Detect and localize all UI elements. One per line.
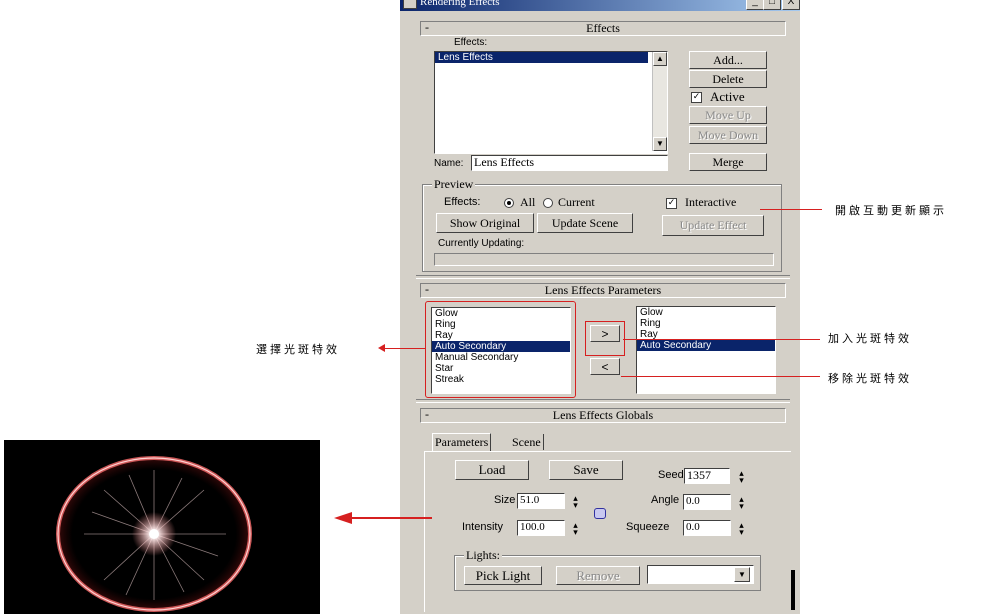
- select-callout: 選擇光斑特效: [256, 343, 340, 356]
- update-effect-button[interactable]: Update Effect: [662, 215, 764, 236]
- effects-listbox[interactable]: Lens Effects ▲ ▼: [434, 51, 668, 154]
- select-arrow-icon: [378, 344, 385, 352]
- size-spinner-icon[interactable]: ▴ ▾: [571, 494, 580, 510]
- preview-effects-label: Effects:: [444, 196, 481, 208]
- add-effect-button[interactable]: Add...: [689, 51, 767, 69]
- intensity-label: Intensity: [462, 521, 503, 533]
- merge-button[interactable]: Merge: [689, 153, 767, 171]
- scroll-up-icon[interactable]: ▲: [653, 52, 667, 66]
- update-scene-button[interactable]: Update Scene: [537, 213, 633, 233]
- list-item[interactable]: Ring: [637, 318, 775, 329]
- available-list-highlight: [425, 301, 576, 398]
- add-callout: 加入光斑特效: [828, 332, 912, 345]
- lens-flare-preview-image: [4, 440, 320, 614]
- listbox-scrollbar[interactable]: ▲ ▼: [652, 52, 667, 151]
- preview-arrow-icon: [334, 512, 352, 524]
- pick-light-button[interactable]: Pick Light: [464, 566, 542, 585]
- progress-bar: [434, 253, 774, 266]
- effects-list-label: Effects:: [454, 37, 488, 48]
- size-field[interactable]: 51.0: [517, 493, 565, 509]
- maximize-button[interactable]: □: [763, 0, 781, 10]
- size-label: Size: [494, 494, 516, 506]
- save-button[interactable]: Save: [549, 460, 623, 480]
- added-effects-listbox[interactable]: Glow Ring Ray Auto Secondary: [636, 306, 776, 394]
- squeeze-spinner-icon[interactable]: ▴ ▾: [737, 521, 746, 537]
- preview-group-title: Preview: [432, 177, 476, 192]
- remove-callout: 移除光斑特效: [828, 372, 912, 385]
- add-button-highlight: [585, 321, 625, 356]
- list-item[interactable]: Auto Secondary: [637, 340, 775, 351]
- lights-group-title: Lights:: [464, 548, 503, 563]
- list-item[interactable]: Glow: [637, 307, 775, 318]
- panel-scrollbar[interactable]: [791, 570, 795, 610]
- effects-rollout-header[interactable]: - Effects: [420, 21, 786, 36]
- params-rollout-title: Lens Effects Parameters: [544, 283, 662, 297]
- radio-all-label: All: [520, 195, 536, 209]
- load-button[interactable]: Load: [455, 460, 529, 480]
- rollout-divider: [416, 399, 790, 403]
- lens-flare-render: [56, 456, 252, 612]
- move-up-button[interactable]: Move Up: [689, 106, 767, 124]
- angle-label: Angle: [651, 494, 680, 506]
- remove-from-list-button[interactable]: <: [590, 358, 620, 375]
- globals-rollout-title: Lens Effects Globals: [552, 408, 654, 422]
- globals-rollout-header[interactable]: - Lens Effects Globals: [420, 408, 786, 423]
- params-rollout-header[interactable]: - Lens Effects Parameters: [420, 283, 786, 298]
- seed-spinner-icon[interactable]: ▴ ▾: [737, 469, 746, 485]
- lock-icon[interactable]: [594, 508, 606, 519]
- title-bar[interactable]: Rendering Effects _ □ X: [400, 0, 800, 11]
- squeeze-field[interactable]: 0.0: [683, 520, 731, 536]
- select-callout-line: [384, 348, 425, 349]
- active-checkbox[interactable]: ✓: [691, 92, 702, 103]
- radio-current-label: Current: [558, 195, 595, 209]
- tab-parameters[interactable]: Parameters: [432, 433, 492, 452]
- intensity-field[interactable]: 100.0: [517, 520, 565, 536]
- angle-spinner-icon[interactable]: ▴ ▾: [737, 495, 746, 511]
- minimize-button[interactable]: _: [746, 0, 764, 10]
- chevron-down-icon[interactable]: ▼: [734, 567, 750, 582]
- close-button[interactable]: X: [782, 0, 800, 10]
- seed-label: Seed: [658, 469, 684, 481]
- tab-scene[interactable]: Scene: [510, 434, 544, 450]
- list-item[interactable]: Lens Effects: [435, 52, 648, 63]
- rollout-divider: [416, 275, 790, 279]
- interactive-label: Interactive: [685, 195, 737, 209]
- preview-arrow-line: [352, 517, 432, 519]
- interactive-callout-line: [760, 209, 822, 210]
- scroll-down-icon[interactable]: ▼: [653, 137, 667, 151]
- intensity-spinner-icon[interactable]: ▴ ▾: [571, 521, 580, 537]
- seed-field[interactable]: 1357: [684, 468, 730, 484]
- remove-light-button[interactable]: Remove: [556, 566, 640, 585]
- name-label: Name:: [434, 158, 464, 169]
- angle-field[interactable]: 0.0: [683, 494, 731, 510]
- app-icon: [403, 0, 417, 9]
- radio-current[interactable]: [543, 198, 553, 208]
- radio-all[interactable]: [504, 198, 514, 208]
- currently-updating-label: Currently Updating:: [438, 238, 525, 249]
- remove-callout-line: [621, 376, 820, 377]
- add-callout-line: [623, 339, 820, 340]
- show-original-button[interactable]: Show Original: [436, 213, 534, 233]
- move-down-button[interactable]: Move Down: [689, 126, 767, 144]
- squeeze-label: Squeeze: [626, 521, 670, 533]
- interactive-checkbox[interactable]: ✓: [666, 198, 677, 209]
- interactive-callout: 開啟互動更新顯示: [835, 204, 947, 217]
- lights-dropdown[interactable]: ▼: [647, 565, 754, 584]
- delete-effect-button[interactable]: Delete: [689, 70, 767, 88]
- effects-rollout-title: Effects: [586, 21, 620, 35]
- active-label: Active: [710, 89, 745, 104]
- effect-name-field[interactable]: Lens Effects: [471, 155, 668, 171]
- window-title: Rendering Effects: [420, 0, 500, 8]
